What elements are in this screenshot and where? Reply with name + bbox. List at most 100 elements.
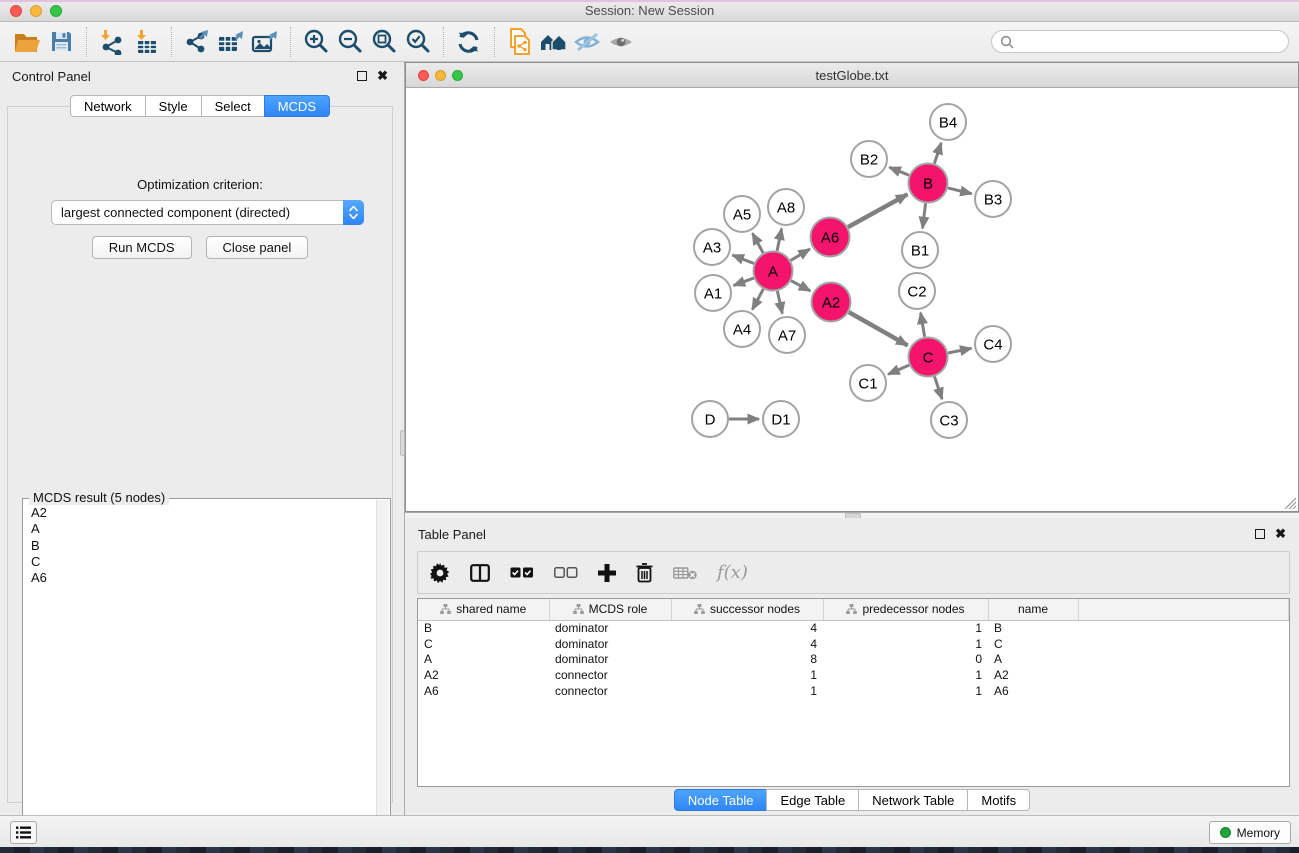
graph-edge-C-C3[interactable] [934,376,942,399]
control-panel: Control Panel ✖ Optimization criterion: … [0,62,400,815]
export-table-button[interactable] [214,26,248,58]
column-header-predecessor-nodes[interactable]: predecessor nodes [823,599,988,620]
graph-edge-A-A5[interactable] [753,233,764,253]
split-column-button[interactable] [470,560,490,586]
zoom-fit-button[interactable] [367,26,401,58]
duplicate-network-button[interactable] [503,26,537,58]
export-image-button[interactable] [248,26,282,58]
column-header-MCDS-role[interactable]: MCDS role [549,599,671,620]
search-field[interactable] [991,30,1289,53]
select-all-button[interactable] [510,560,534,586]
duplicate-network-icon [507,28,533,56]
close-panel-button[interactable]: Close panel [206,236,309,259]
table-row[interactable]: A2connector11A2 [418,667,1289,683]
zoom-selected-button[interactable] [401,26,435,58]
list-item[interactable]: C [31,554,376,570]
close-panel-icon[interactable]: ✖ [1275,529,1286,539]
graph-edge-A-A2[interactable] [791,281,810,291]
float-panel-icon[interactable] [357,71,367,81]
graph-edge-A-A3[interactable] [732,255,753,263]
tab-node-table[interactable]: Node Table [674,789,768,811]
memory-button[interactable]: Memory [1209,821,1291,844]
tab-network[interactable]: Network [70,95,146,117]
mcds-result-fieldset: MCDS result (5 nodes) A2ABCA6 [22,498,391,847]
graph-edge-A-A7[interactable] [777,291,782,313]
table-cell: 1 [823,636,988,652]
hide-selected-button[interactable] [571,26,605,58]
open-file-button[interactable] [10,26,44,58]
criterion-dropdown-value: largest connected component (directed) [52,205,343,220]
table-row[interactable]: Cdominator41C [418,636,1289,652]
graph-edge-A6-B[interactable] [848,194,907,227]
graph-edge-C-C1[interactable] [888,365,909,374]
column-network-icon [846,604,857,615]
refresh-button[interactable] [452,26,486,58]
save-session-button[interactable] [44,26,78,58]
tab-style[interactable]: Style [145,95,202,117]
tab-network-table[interactable]: Network Table [858,789,968,811]
tab-edge-table[interactable]: Edge Table [766,789,859,811]
graph-edge-A-A1[interactable] [734,278,754,285]
float-panel-icon[interactable] [1255,529,1265,539]
show-all-button[interactable] [605,26,639,58]
gear-icon [430,563,450,583]
table-cell: dominator [549,651,671,667]
graph-edge-A2-C[interactable] [849,312,908,345]
run-mcds-button[interactable]: Run MCDS [92,236,192,259]
network-canvas[interactable]: AA1A2A3A4A5A6A7A8BB1B2B3B4CC1C2C3C4DD1 [406,88,1298,511]
hide-selected-icon [573,30,603,54]
table-row[interactable]: A6connector11A6 [418,683,1289,699]
close-panel-icon[interactable]: ✖ [377,71,388,81]
import-network-button[interactable] [95,26,129,58]
column-header-shared-name[interactable]: shared name [418,599,549,620]
graph-edge-A-A4[interactable] [752,289,763,310]
delete-column-button[interactable] [636,560,653,586]
column-header-successor-nodes[interactable]: successor nodes [671,599,823,620]
result-scrollbar[interactable] [376,500,389,845]
tab-motifs[interactable]: Motifs [967,789,1030,811]
list-item[interactable]: A2 [31,505,376,521]
task-history-button[interactable] [10,821,37,844]
tab-mcds[interactable]: MCDS [264,95,330,117]
graph-node-label: C2 [907,284,926,301]
select-all-icon [510,567,534,579]
list-item[interactable]: A [31,521,376,537]
search-icon [1000,35,1014,49]
graph-node-label: C3 [939,413,958,430]
table-row[interactable]: Bdominator41B [418,620,1289,636]
graph-node-label: B4 [939,115,957,132]
delete-table-button[interactable] [673,560,697,586]
table-row[interactable]: Adominator80A [418,651,1289,667]
gear-button[interactable] [430,560,450,586]
graph-edge-B-B1[interactable] [923,203,926,228]
graph-node-label: A [768,264,778,281]
window-resize-grip[interactable] [1282,495,1296,509]
graph-edge-C-C2[interactable] [921,313,925,337]
zoom-in-button[interactable] [299,26,333,58]
home-button[interactable] [537,26,571,58]
list-item[interactable]: A6 [31,570,376,586]
tab-select[interactable]: Select [201,95,265,117]
session-title: Session: New Session [0,3,1299,18]
table-cell: 1 [823,683,988,699]
criterion-dropdown[interactable]: largest connected component (directed) [51,200,364,225]
network-window-titlebar[interactable]: testGlobe.txt [406,63,1298,88]
graph-edge-C-C4[interactable] [948,348,971,353]
search-input[interactable] [1019,35,1280,49]
add-column-button[interactable] [598,560,616,586]
zoom-out-button[interactable] [333,26,367,58]
graph-edge-B-B2[interactable] [889,167,909,175]
deselect-all-button[interactable] [554,560,578,586]
refresh-icon [455,29,483,55]
control-panel-tabs: NetworkStyleSelectMCDS [0,95,400,117]
graph-edge-B-B3[interactable] [948,188,972,194]
graph-edge-B-B4[interactable] [934,143,941,164]
list-item[interactable]: B [31,538,376,554]
function-builder-button[interactable]: f(x) [717,560,748,586]
column-header-name[interactable]: name [988,599,1078,620]
export-network-button[interactable] [180,26,214,58]
import-table-button[interactable] [129,26,163,58]
graph-edge-A-A8[interactable] [777,229,782,251]
graph-edge-A-A6[interactable] [791,249,810,260]
table-panel-title: Table Panel [418,527,486,542]
